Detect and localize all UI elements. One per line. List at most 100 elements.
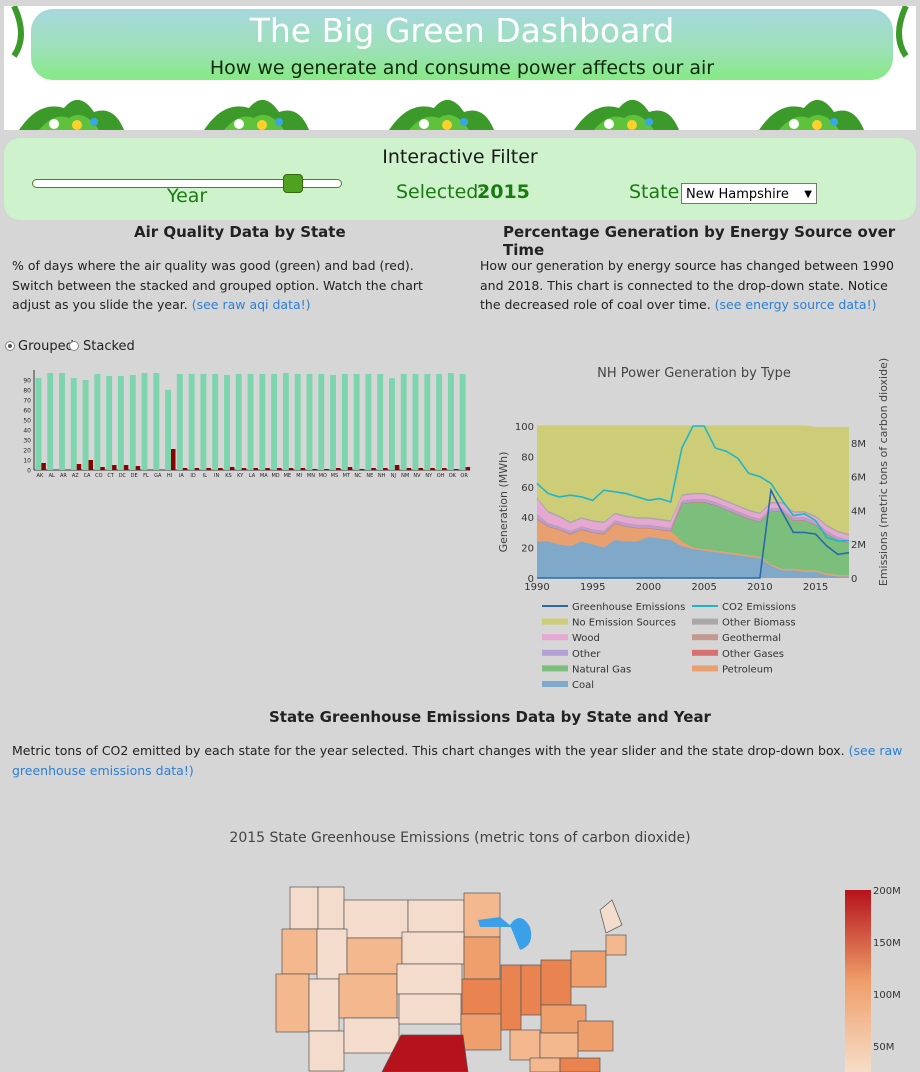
x-tick-label: NY bbox=[425, 473, 433, 479]
y-tick-label: 40 bbox=[23, 428, 31, 435]
legend-label: Other bbox=[572, 649, 601, 660]
good-bar bbox=[389, 378, 395, 470]
bad-bar bbox=[288, 468, 294, 470]
legend-label: CO2 Emissions bbox=[722, 602, 796, 613]
x-tick-label: DC bbox=[119, 473, 127, 479]
good-bar bbox=[377, 374, 384, 470]
legend-swatch bbox=[692, 605, 718, 607]
bad-bar bbox=[406, 468, 412, 470]
bad-bar bbox=[229, 467, 235, 470]
colorbar-tick-label: 150M bbox=[873, 938, 901, 949]
filter-title: Interactive Filter bbox=[382, 146, 538, 168]
state-shape bbox=[463, 892, 501, 938]
x-tick-label: MD bbox=[271, 473, 279, 479]
good-bar bbox=[70, 378, 77, 470]
state-shape bbox=[570, 950, 607, 988]
bad-bar bbox=[135, 466, 141, 470]
legend-swatch bbox=[692, 649, 718, 656]
year-slider-handle[interactable] bbox=[282, 174, 303, 193]
x-tick-label: NE bbox=[366, 473, 373, 479]
plant-decoration bbox=[11, 6, 909, 130]
good-bar bbox=[129, 375, 136, 470]
aqi-data-link[interactable]: (see raw aqi data!) bbox=[192, 297, 311, 312]
good-bar bbox=[235, 374, 242, 470]
legend-label: Petroleum bbox=[722, 664, 773, 675]
bad-bar bbox=[41, 463, 46, 470]
y-tick-label: 70 bbox=[23, 398, 31, 405]
x-tick-label: MN bbox=[307, 473, 315, 479]
y2-tick-label: 6M bbox=[851, 473, 866, 484]
x-tick-label: 2005 bbox=[691, 582, 716, 593]
bad-bar bbox=[359, 469, 365, 470]
good-bar bbox=[165, 390, 172, 470]
state-shape bbox=[605, 934, 627, 956]
state-shape bbox=[338, 973, 398, 1019]
header: The Big Green Dashboard How we generate … bbox=[4, 6, 916, 130]
bad-bar bbox=[194, 468, 200, 470]
legend-swatch bbox=[692, 634, 718, 641]
x-tick-label: 2010 bbox=[747, 582, 772, 593]
energy-data-link[interactable]: (see energy source data!) bbox=[715, 297, 877, 312]
state-shape bbox=[500, 964, 522, 1031]
x-tick-label: 1990 bbox=[524, 582, 549, 593]
bad-bar bbox=[347, 467, 353, 470]
good-bar bbox=[330, 375, 336, 470]
y-tick-label: 30 bbox=[23, 438, 31, 445]
colorbar bbox=[845, 890, 871, 1072]
y-tick-label: 80 bbox=[521, 452, 534, 463]
state-dropdown-value: New Hampshire bbox=[686, 187, 789, 202]
x-tick-label: CT bbox=[107, 473, 114, 479]
state-dropdown[interactable]: New Hampshire ▼ bbox=[681, 183, 817, 204]
state-shape bbox=[559, 1057, 601, 1072]
good-bar bbox=[294, 374, 301, 470]
bad-bar bbox=[394, 465, 400, 470]
x-tick-label: IL bbox=[203, 473, 207, 479]
good-bar bbox=[141, 373, 148, 470]
good-bar bbox=[400, 374, 407, 470]
x-tick-label: OR bbox=[460, 473, 468, 479]
chart-title: NH Power Generation by Type bbox=[597, 366, 791, 381]
y2-tick-label: 2M bbox=[851, 540, 866, 551]
y-tick-label: 80 bbox=[23, 388, 31, 395]
x-tick-label: ID bbox=[190, 473, 195, 479]
x-tick-label: MA bbox=[260, 473, 268, 479]
good-bar bbox=[271, 374, 278, 470]
good-bar bbox=[35, 378, 42, 470]
legend-label: Wood bbox=[572, 633, 600, 644]
y2-axis-label: Emissions (metric tons of carbon dioxide… bbox=[877, 358, 890, 586]
state-shape bbox=[343, 1017, 400, 1054]
legend-label: Geothermal bbox=[722, 633, 781, 644]
stacked-radio-label: Stacked bbox=[83, 339, 135, 354]
bad-bar bbox=[241, 468, 247, 470]
energy-description: How our generation by energy source has … bbox=[480, 256, 900, 315]
good-bar bbox=[365, 374, 372, 470]
good-bar bbox=[47, 373, 54, 470]
state-shape bbox=[275, 973, 310, 1033]
x-tick-label: NJ bbox=[391, 473, 396, 479]
bad-bar bbox=[277, 468, 282, 470]
good-bar bbox=[153, 373, 160, 470]
x-tick-label: OH bbox=[437, 473, 445, 479]
emissions-choropleth-map: 2015 State Greenhouse Emissions (metric … bbox=[229, 830, 901, 1072]
colorbar-tick-label: 100M bbox=[873, 990, 901, 1001]
y-tick-label: 60 bbox=[23, 408, 31, 415]
x-tick-label: LA bbox=[249, 473, 256, 479]
state-shape bbox=[463, 936, 501, 980]
selected-year-value: 2015 bbox=[477, 181, 530, 203]
legend-label: No Emission Sources bbox=[572, 618, 676, 629]
aqi-heading: Air Quality Data by State bbox=[134, 223, 346, 241]
state-shape bbox=[281, 928, 318, 975]
x-tick-label: NV bbox=[413, 473, 421, 479]
good-bar bbox=[247, 374, 254, 470]
state-shape bbox=[308, 978, 340, 1032]
bad-bar bbox=[182, 468, 188, 470]
dropdown-arrow-icon: ▼ bbox=[804, 189, 812, 200]
colorbar-tick-label: 50M bbox=[873, 1042, 894, 1053]
x-tick-label: IA bbox=[179, 473, 184, 479]
stacked-radio[interactable] bbox=[69, 341, 79, 351]
grouped-radio[interactable] bbox=[5, 341, 15, 351]
state-shape bbox=[529, 1057, 561, 1072]
year-slider-label: Year bbox=[167, 185, 208, 207]
legend-label: Other Biomass bbox=[722, 618, 796, 629]
x-tick-label: AZ bbox=[72, 473, 79, 479]
